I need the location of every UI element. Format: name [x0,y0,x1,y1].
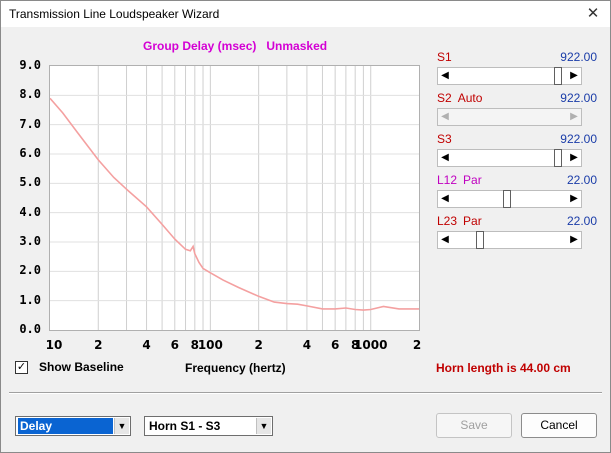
x-tick-label: 6 [170,338,179,352]
slider-value: 922.00 [560,132,597,146]
scroll-left-icon[interactable]: ◀ [438,150,452,166]
window-title: Transmission Line Loudspeaker Wizard [9,7,220,21]
slider-name: L12 [437,173,458,187]
slider-label: S1 [437,50,452,64]
y-tick-label: 7.0 [19,116,41,131]
x-tick-label: 1000 [354,338,388,352]
scroll-right-icon[interactable]: ▶ [567,232,581,248]
slider-value: 922.00 [560,91,597,105]
scroll-right-icon[interactable]: ▶ [567,150,581,166]
range-select[interactable]: Horn S1 - S3 ▼ [144,416,273,436]
slider-mode: Par [463,214,482,228]
x-tick-label: 4 [302,338,312,352]
y-tick-label: 1.0 [19,292,41,307]
scroll-left-icon: ◀ [441,111,449,122]
title-bar: Transmission Line Loudspeaker Wizard ✕ [1,1,610,27]
slider-label: S3 [437,132,452,146]
slider-label: L23 Par [437,214,482,228]
scroll-left-icon[interactable]: ◀ [438,68,452,84]
slider-track: ◀ ▶ [437,108,582,126]
slider-thumb[interactable] [553,149,562,167]
slider-l23: L23 Par 22.00 ◀ ▶ [435,214,597,252]
y-tick-label: 6.0 [19,146,41,160]
chart-title: Group Delay (msec) Unmasked [143,39,327,53]
x-tick-label: 2 [94,338,103,352]
slider-name: S1 [437,50,452,64]
x-tick-label: 2 [254,338,263,352]
plot-type-select[interactable]: Delay ▼ [15,416,131,436]
slider-value: 922.00 [560,50,597,64]
scroll-right-icon[interactable]: ▶ [567,68,581,84]
chevron-down-icon[interactable]: ▼ [114,418,129,434]
y-tick-label: 4.0 [19,204,41,219]
slider-value: 22.00 [566,214,597,228]
x-tick-label: 6 [330,338,340,352]
save-button[interactable]: Save [436,413,512,438]
y-tick-label: 2.0 [19,263,41,278]
chevron-down-icon[interactable]: ▼ [256,418,271,434]
scroll-left-icon[interactable]: ◀ [438,232,452,248]
x-tick-label: 10 [45,338,63,352]
slider-s1: S1 922.00 ◀ ▶ [435,50,597,88]
x-tick-label: 100 [197,338,223,352]
range-value: Horn S1 - S3 [149,419,221,433]
close-icon[interactable]: ✕ [580,3,606,25]
y-tick-label: 3.0 [19,234,41,248]
slider-name: S2 [437,91,452,105]
plot-type-value: Delay [18,418,113,434]
wizard-window: Transmission Line Loudspeaker Wizard ✕ G… [0,0,611,453]
divider [9,392,602,394]
chart-mode: Unmasked [266,39,328,53]
slider-label: L12 Par [437,173,482,187]
slider-s2: S2 Auto 922.00 ◀ ▶ [435,91,597,129]
slider-mode: Par [463,173,482,187]
cancel-button[interactable]: Cancel [521,413,597,438]
slider-track[interactable]: ◀ ▶ [437,231,582,249]
x-tick-label: 4 [142,338,151,352]
group-delay-plot [49,65,420,331]
slider-thumb[interactable] [553,67,562,85]
slider-thumb[interactable] [503,190,512,208]
scroll-left-icon[interactable]: ◀ [438,191,452,207]
slider-label: S2 Auto [437,91,482,105]
slider-s3: S3 922.00 ◀ ▶ [435,132,597,170]
y-tick-label: 9.0 [19,58,41,72]
plot-canvas [50,66,419,330]
slider-name: L23 [437,214,458,228]
show-baseline-checkbox[interactable]: ✓ [15,361,28,374]
scroll-right-icon: ▶ [570,111,578,122]
show-baseline-label: Show Baseline [39,360,124,374]
scroll-right-icon[interactable]: ▶ [567,191,581,207]
horn-length-text: Horn length is 44.00 cm [436,361,571,375]
slider-value: 22.00 [566,173,597,187]
slider-track[interactable]: ◀ ▶ [437,67,582,85]
slider-mode: Auto [457,91,483,105]
chart-quantity: Group Delay (msec) [143,39,257,53]
y-tick-label: 0.0 [19,322,41,336]
slider-name: S3 [437,132,452,146]
slider-track[interactable]: ◀ ▶ [437,149,582,167]
x-tick-label: 2 [412,338,422,352]
slider-thumb[interactable] [475,231,484,249]
x-axis-label: Frequency (hertz) [185,361,286,375]
slider-track[interactable]: ◀ ▶ [437,190,582,208]
y-tick-label: 5.0 [19,175,41,190]
slider-l12: L12 Par 22.00 ◀ ▶ [435,173,597,211]
y-tick-label: 8.0 [19,87,41,102]
